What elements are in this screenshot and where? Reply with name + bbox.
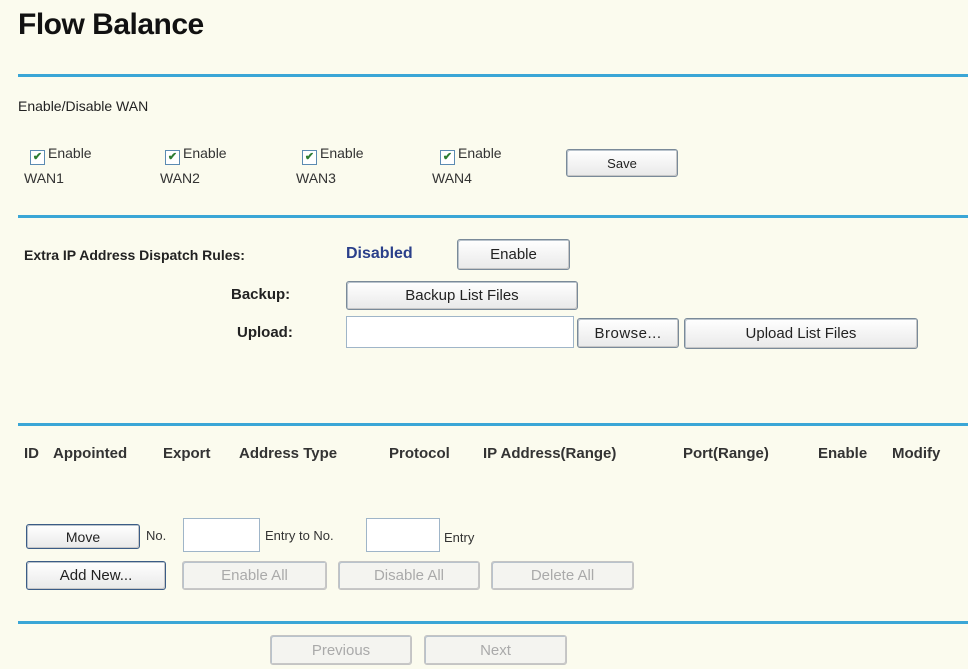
checkbox-checked-icon[interactable]: ✔ xyxy=(30,150,45,165)
wan2-name: WAN2 xyxy=(160,170,200,186)
column-enable: Enable xyxy=(818,445,868,462)
wan4-name: WAN4 xyxy=(432,170,472,186)
wan3-toggle[interactable]: ✔ Enable xyxy=(302,145,364,165)
wan3-name: WAN3 xyxy=(296,170,336,186)
move-entry-label: Entry xyxy=(444,530,475,545)
wan-section-heading: Enable/Disable WAN xyxy=(18,98,149,114)
move-button[interactable]: Move xyxy=(26,524,140,549)
enable-all-button[interactable]: Enable All xyxy=(182,561,327,590)
column-port-range: Port(Range) xyxy=(683,445,769,462)
wan4-checkbox-label: Enable xyxy=(458,145,502,161)
divider xyxy=(18,423,968,426)
wan1-toggle[interactable]: ✔ Enable xyxy=(30,145,92,165)
page-title: Flow Balance xyxy=(18,8,204,41)
column-ip-address-range: IP Address(Range) xyxy=(483,445,617,462)
move-entry-to-label: Entry to No. xyxy=(265,528,334,543)
column-address-type: Address Type xyxy=(239,445,338,462)
column-export: Export xyxy=(163,445,211,462)
divider xyxy=(18,621,968,624)
wan2-checkbox-label: Enable xyxy=(183,145,227,161)
move-from-input[interactable] xyxy=(183,518,260,552)
dispatch-status-badge: Disabled xyxy=(346,245,413,262)
enable-dispatch-button[interactable]: Enable xyxy=(457,239,570,270)
wan4-toggle[interactable]: ✔ Enable xyxy=(440,145,502,165)
column-protocol: Protocol xyxy=(389,445,450,462)
upload-label: Upload: xyxy=(237,324,293,341)
wan1-name: WAN1 xyxy=(24,170,64,186)
divider xyxy=(18,215,968,218)
previous-button[interactable]: Previous xyxy=(270,635,412,665)
move-to-input[interactable] xyxy=(366,518,440,552)
wan1-checkbox-label: Enable xyxy=(48,145,92,161)
column-id: ID xyxy=(24,445,39,462)
upload-list-files-button[interactable]: Upload List Files xyxy=(684,318,918,349)
backup-list-files-button[interactable]: Backup List Files xyxy=(346,281,578,310)
save-button[interactable]: Save xyxy=(566,149,678,177)
column-modify: Modify xyxy=(892,445,941,462)
checkbox-checked-icon[interactable]: ✔ xyxy=(440,150,455,165)
browse-button[interactable]: Browse... xyxy=(577,318,679,348)
move-no-label: No. xyxy=(146,528,167,543)
divider xyxy=(18,74,968,77)
upload-file-input[interactable] xyxy=(346,316,574,348)
wan2-toggle[interactable]: ✔ Enable xyxy=(165,145,227,165)
delete-all-button[interactable]: Delete All xyxy=(491,561,634,590)
next-button[interactable]: Next xyxy=(424,635,567,665)
add-new-button[interactable]: Add New... xyxy=(26,561,166,590)
backup-label: Backup: xyxy=(231,286,291,303)
wan3-checkbox-label: Enable xyxy=(320,145,364,161)
checkbox-checked-icon[interactable]: ✔ xyxy=(302,150,317,165)
dispatch-rules-label: Extra IP Address Dispatch Rules: xyxy=(24,247,245,263)
column-appointed: Appointed xyxy=(53,445,128,462)
checkbox-checked-icon[interactable]: ✔ xyxy=(165,150,180,165)
disable-all-button[interactable]: Disable All xyxy=(338,561,480,590)
